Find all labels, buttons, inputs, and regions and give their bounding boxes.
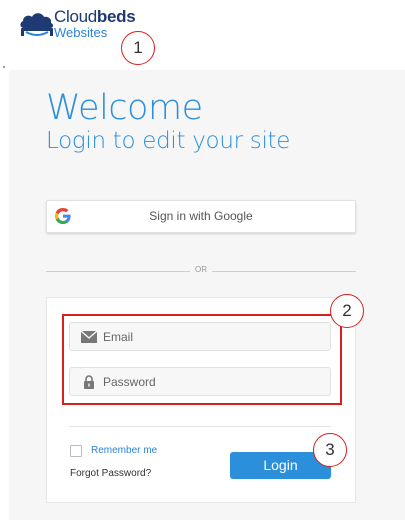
google-signin-button[interactable]: Sign in with Google: [46, 200, 356, 233]
logo-wordmark: Cloudbeds: [54, 7, 136, 26]
remember-me-label[interactable]: Remember me: [91, 445, 157, 456]
annotation-marker-2: 2: [330, 294, 364, 328]
divider-or: OR: [195, 265, 207, 274]
forgot-password-link[interactable]: Forgot Password?: [70, 468, 151, 479]
divider-line-left: [46, 271, 190, 272]
annotation-marker-1: 1: [121, 31, 155, 65]
divider-line-right: [212, 271, 356, 272]
form-separator: [69, 426, 331, 427]
page-title: Welcome: [46, 88, 203, 128]
google-signin-label: Sign in with Google: [149, 209, 253, 223]
stray-dot: [3, 66, 5, 68]
annotation-marker-3: 3: [313, 433, 347, 467]
credentials-highlight-box: [62, 314, 342, 405]
logo-subtitle: Websites: [54, 25, 108, 40]
remember-me-checkbox[interactable]: [70, 445, 82, 457]
cloud-bed-logo-icon: [20, 13, 54, 36]
page-subtitle: Login to edit your site: [46, 128, 291, 154]
